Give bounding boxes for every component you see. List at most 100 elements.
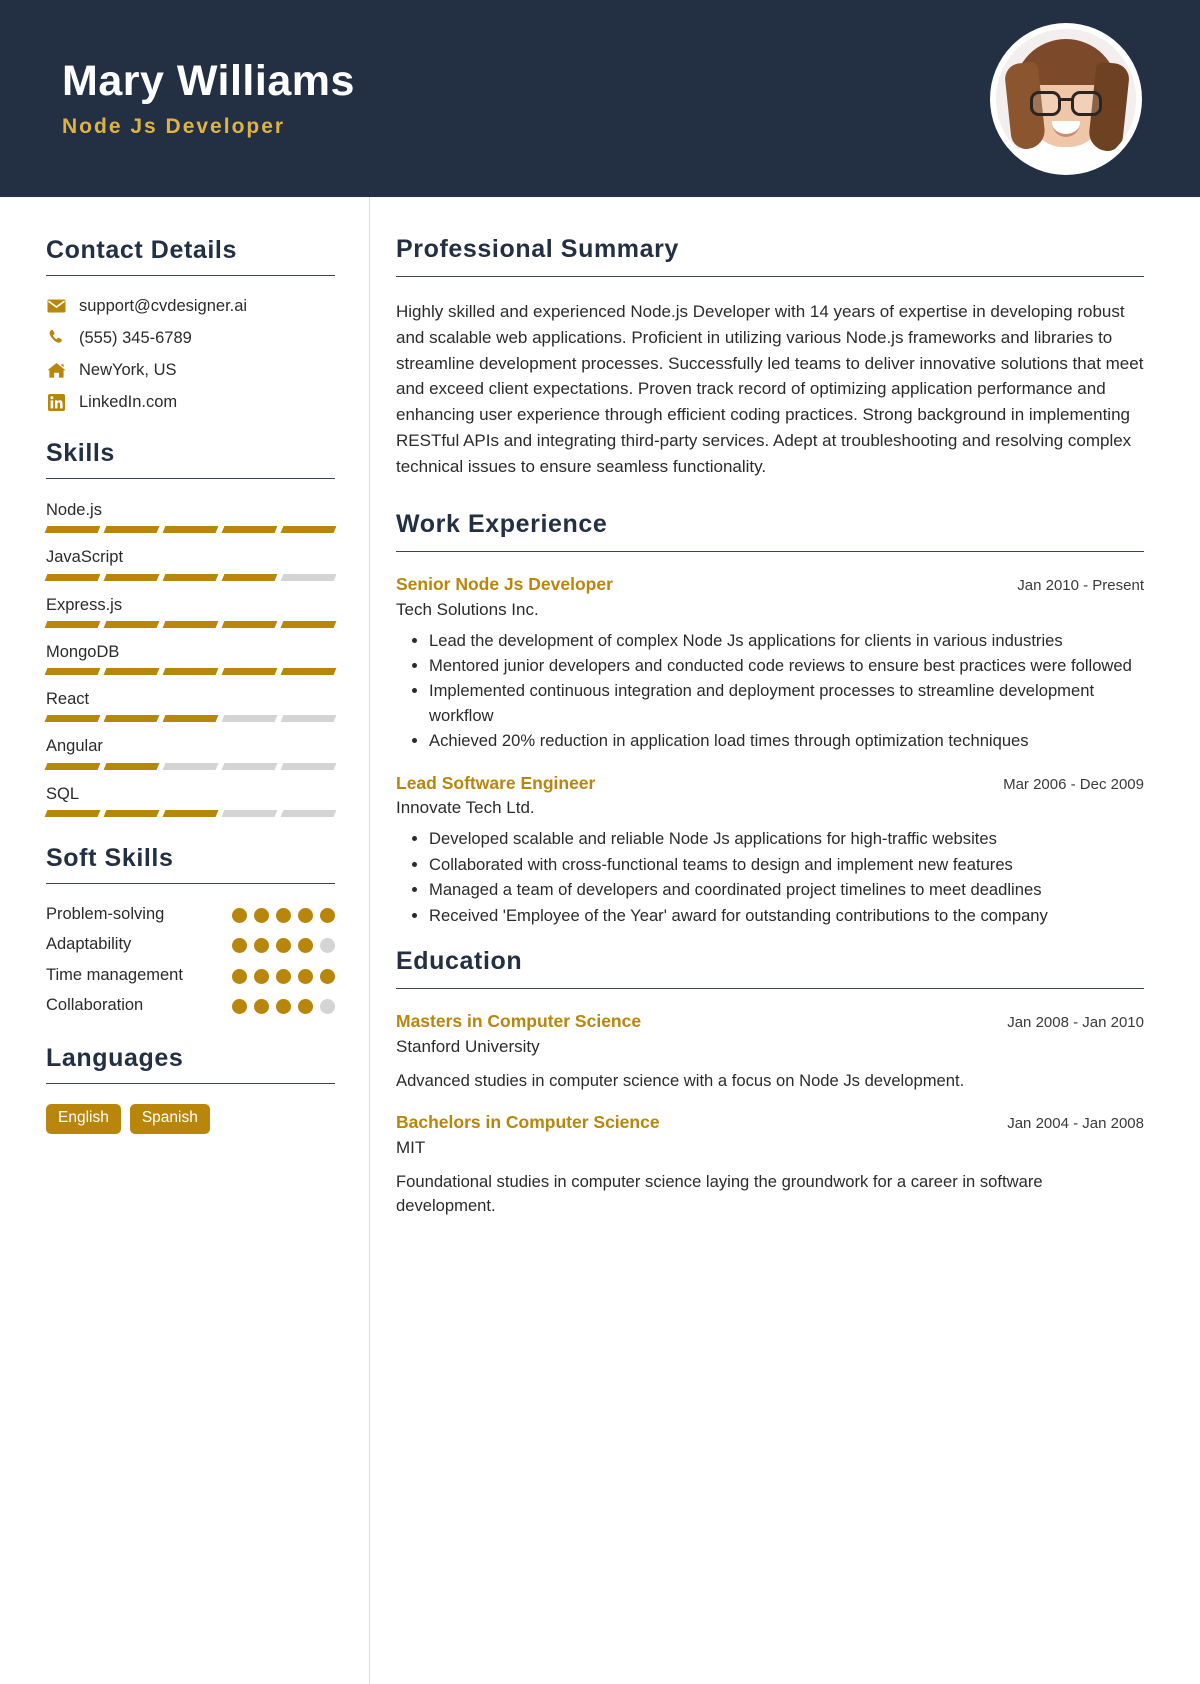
rating-dot [232, 938, 247, 954]
section-work-experience: Work Experience Senior Node Js Developer… [396, 510, 1144, 928]
work-entry-title: Senior Node Js Developer [396, 573, 613, 594]
skill-bar-segment [44, 573, 101, 581]
skill-label: Express.js [46, 595, 123, 614]
contact-item-location[interactable]: NewYork, US [46, 360, 335, 380]
home-icon [46, 360, 66, 380]
skill-bar-segment [44, 809, 101, 817]
candidate-name: Mary Williams [62, 56, 355, 105]
languages-title: Languages [46, 1043, 184, 1072]
skill-bar-segment [280, 668, 337, 676]
contact-item-phone[interactable]: (555) 345-6789 [46, 328, 335, 348]
rating-dot [276, 907, 291, 923]
soft-skill-rating [232, 965, 335, 984]
work-bullet: Managed a team of developers and coordin… [429, 878, 1144, 902]
skill-row: JavaScript [44, 546, 337, 581]
education-entry-header: Bachelors in Computer Science Jan 2004 - … [396, 1112, 1144, 1134]
section-soft-skills: Soft Skills Problem-solving Adaptability T… [46, 843, 335, 1017]
skill-bar-segment [280, 573, 337, 581]
rating-dot [320, 938, 335, 954]
user-photo-icon [996, 28, 1136, 169]
skill-bar-segment [280, 809, 337, 817]
skill-level-bar [44, 573, 337, 581]
skill-bar-segment [280, 620, 337, 628]
education-entry-title: Bachelors in Computer Science [396, 1112, 660, 1133]
avatar [990, 22, 1142, 175]
work-entry-bullets: Lead the development of complex Node Js … [396, 629, 1144, 754]
skill-bar-segment [221, 715, 278, 723]
education-entry-description: Foundational studies in computer science… [396, 1171, 1043, 1216]
section-education: Education Masters in Computer Science Jan… [396, 947, 1144, 1219]
education-entry-header: Masters in Computer Science Jan 2008 - Ja… [396, 1011, 1144, 1033]
section-contact-details: Contact Details support@cvdesigner.ai (5… [46, 235, 335, 412]
work-entry-date: Mar 2006 - Dec 2009 [1003, 775, 1144, 793]
education-entry-date: Jan 2008 - Jan 2010 [1007, 1013, 1144, 1031]
skill-level-bar [44, 715, 337, 723]
skill-bar-segment [44, 668, 101, 676]
soft-skill-rating [232, 995, 335, 1015]
language-chip[interactable]: Spanish [129, 1103, 210, 1135]
work-entry-date: Jan 2010 - Present [1017, 576, 1144, 594]
resume-page: Mary Williams Node Js Developer Contact … [0, 0, 1200, 1684]
linkedin-icon [46, 392, 66, 412]
skill-row: MongoDB [44, 641, 337, 676]
rating-dot [232, 968, 247, 984]
education-title: Education [396, 946, 523, 975]
resume-header: Mary Williams Node Js Developer [0, 0, 1200, 197]
skill-bar-segment [221, 809, 278, 817]
phone-icon [46, 328, 66, 348]
skill-bar-segment [103, 809, 160, 817]
rating-dot [276, 938, 291, 954]
rating-dot [232, 907, 247, 923]
soft-skill-rating [232, 934, 335, 954]
education-entry-title: Masters in Computer Science [396, 1010, 642, 1031]
rating-dot [320, 999, 335, 1015]
language-chip[interactable]: English [46, 1103, 121, 1135]
rating-dot [254, 999, 269, 1015]
skill-label: React [46, 690, 90, 709]
contact-list: support@cvdesigner.ai (555) 345-6789 New… [46, 296, 335, 412]
skill-bar-segment [221, 573, 278, 581]
education-divider [396, 987, 1144, 989]
rating-dot [298, 968, 313, 984]
soft-skill-rating [232, 904, 335, 923]
resume-body: Contact Details support@cvdesigner.ai (5… [0, 197, 1200, 1684]
rating-dot [232, 999, 247, 1015]
education-entry: Masters in Computer Science Jan 2008 - Ja… [396, 1011, 1144, 1093]
skill-bar-segment [103, 762, 160, 770]
education-entry-institution: Stanford University [396, 1036, 540, 1056]
soft-skill-row: Time management [46, 965, 335, 986]
contact-divider [46, 275, 335, 276]
work-entry-title: Lead Software Engineer [396, 772, 596, 793]
skill-row: React [44, 688, 337, 723]
rating-dot [320, 968, 335, 984]
skill-bar-segment [103, 668, 160, 676]
skill-label: SQL [46, 784, 80, 803]
rating-dot [276, 968, 291, 984]
soft-skill-row: Problem-solving [46, 904, 335, 925]
section-professional-summary: Professional Summary Highly skilled and … [396, 235, 1144, 480]
education-entry-description: Advanced studies in computer science wit… [396, 1070, 965, 1090]
work-bullet: Received 'Employee of the Year' award fo… [429, 904, 1144, 928]
education-entry-date: Jan 2004 - Jan 2008 [1007, 1115, 1144, 1133]
work-entry-header: Lead Software Engineer Mar 2006 - Dec 200… [396, 773, 1144, 795]
languages-list: English Spanish [46, 1103, 335, 1135]
skill-bar-segment [162, 715, 219, 723]
skill-level-bar [44, 809, 337, 817]
contact-item-linkedin[interactable]: LinkedIn.com [46, 392, 335, 412]
skill-row: Express.js [44, 594, 337, 628]
rating-dot [298, 938, 313, 954]
skill-label: JavaScript [46, 548, 124, 567]
rating-dot [298, 907, 313, 923]
section-languages: Languages English Spanish [46, 1043, 335, 1135]
soft-skill-label: Adaptability [46, 935, 132, 954]
contact-item-email[interactable]: support@cvdesigner.ai [46, 296, 335, 316]
skill-bar-segment [44, 762, 101, 770]
envelope-icon [46, 296, 66, 316]
soft-skill-row: Adaptability [46, 934, 335, 955]
skill-bar-segment [44, 715, 101, 723]
contact-email-text: support@cvdesigner.ai [79, 296, 248, 315]
skill-row: SQL [44, 783, 337, 817]
skill-bar-segment [280, 762, 337, 770]
skill-label: MongoDB [46, 642, 120, 661]
skill-level-bar [44, 762, 337, 770]
